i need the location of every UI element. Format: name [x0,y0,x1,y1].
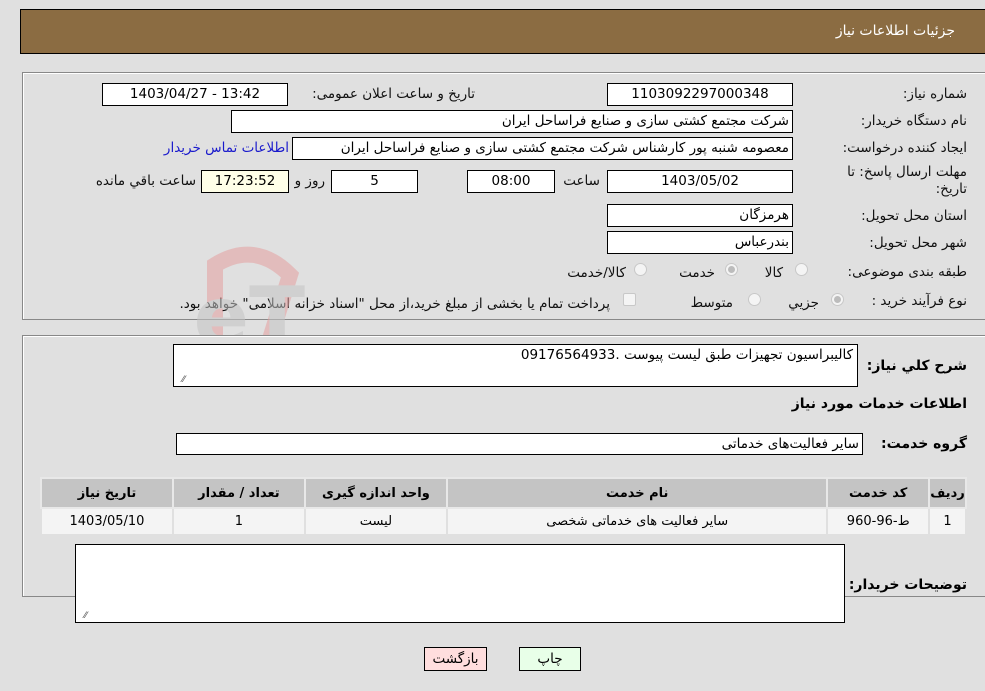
creator-field: معصومه شنبه پور کارشناس شرکت مجتمع کشتی … [292,137,793,160]
deadline-date-field: 1403/05/02 [607,170,793,193]
buyer-notes-textarea[interactable]: ⁄⁄ [75,544,845,623]
purchase-process-label: نوع فرآیند خرید : [871,293,967,309]
service-group-label: گروه خدمت: [881,436,967,452]
deadline-label: مهلت ارسال پاسخ: تا تاریخ: [847,164,967,197]
table-row: 1 ط-96-960 سایر فعالیت های خدماتی شخصی ل… [40,507,968,536]
remaining-days-field: 5 [331,170,418,193]
category-radio-goods[interactable] [795,263,808,276]
col-header-row-number: ردیف [927,477,968,509]
col-header-quantity: تعداد / مقدار [171,477,306,509]
announce-date-field: 1403/04/27 - 13:42 [102,83,288,106]
buyer-contact-link[interactable]: اطلاعات تماس خریدار [164,140,289,156]
services-section-title: اطلاعات خدمات مورد نیاز [791,396,967,412]
deadline-time-field: 08:00 [467,170,555,193]
process-option-minor: جزيي [788,295,819,311]
category-radio-service[interactable] [725,263,738,276]
creator-label: ایجاد کننده درخواست: [842,140,967,156]
process-option-medium: متوسط [690,295,733,311]
col-header-service-name: نام خدمت [445,477,829,509]
category-radio-goods-service[interactable] [634,263,647,276]
back-button[interactable]: بازگشت [424,647,487,671]
buyer-org-field: شرکت مجتمع کشتی سازی و صنایع فراساحل ایر… [231,110,793,133]
category-label: طبقه بندی موضوعی: [847,264,967,280]
col-header-need-date: تاریخ نیاز [40,477,174,509]
treasury-checkbox[interactable] [623,293,636,306]
need-number-label: شماره نیاز: [902,86,967,102]
process-radio-medium[interactable] [748,293,761,306]
description-textarea[interactable]: کالیبراسیون تجهیزات طبق لیست پیوست .0917… [173,344,858,387]
treasury-checkbox-label: پرداخت تمام یا بخشی از مبلغ خرید،از محل … [179,296,610,312]
cell-service-name: سایر فعالیت های خدماتی شخصی [445,507,829,536]
province-field: هرمزگان [607,204,793,227]
announce-date-label: تاریخ و ساعت اعلان عمومی: [312,86,475,102]
cell-unit: لیست [303,507,448,536]
buyer-notes-label: توضیحات خریدار: [848,577,967,593]
category-option-goods: کالا [764,265,783,281]
table-header-row: ردیف کد خدمت نام خدمت واحد اندازه گیری ت… [40,477,968,509]
city-label: شهر محل تحویل: [869,235,967,251]
cell-service-code: ط-96-960 [826,507,930,536]
cell-row-number: 1 [927,507,968,536]
process-radio-minor[interactable] [831,293,844,306]
page-title: جزئیات اطلاعات نیاز [835,23,955,39]
print-button[interactable]: چاپ [519,647,581,671]
col-header-service-code: کد خدمت [826,477,930,509]
resize-grip-icon[interactable]: ⁄⁄ [78,612,87,621]
province-label: استان محل تحویل: [861,208,967,224]
description-text: کالیبراسیون تجهیزات طبق لیست پیوست .0917… [520,347,853,363]
days-label: روز و [294,173,325,189]
category-option-goods-service: کالا/خدمت [567,265,626,281]
remaining-label: ساعت باقي مانده [95,173,196,189]
cell-quantity: 1 [171,507,306,536]
cell-need-date: 1403/05/10 [40,507,174,536]
category-option-service: خدمت [679,265,715,281]
col-header-unit: واحد اندازه گیری [303,477,448,509]
buyer-org-label: نام دستگاه خریدار: [860,113,967,129]
services-table: ردیف کد خدمت نام خدمت واحد اندازه گیری ت… [40,477,968,536]
remaining-time-field: 17:23:52 [201,170,289,193]
description-label: شرح کلي نياز: [866,358,967,374]
service-group-field: سایر فعالیت‌های خدماتی [176,433,863,455]
resize-grip-icon[interactable]: ⁄⁄ [176,376,185,385]
need-number-field: 1103092297000348 [607,83,793,106]
page-header: جزئیات اطلاعات نیاز [20,9,985,54]
city-field: بندرعباس [607,231,793,254]
deadline-time-label: ساعت [563,173,600,189]
